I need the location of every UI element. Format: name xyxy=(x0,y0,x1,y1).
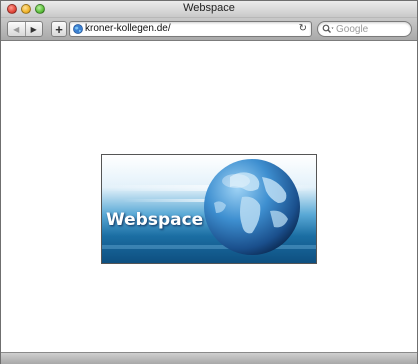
browser-window: Webspace ◀ ▶ + kroner-kollegen.de/ ↻ Goo… xyxy=(0,0,418,364)
add-bookmark-button[interactable]: + xyxy=(51,21,67,37)
navigation-buttons: ◀ ▶ xyxy=(7,21,43,37)
status-bar xyxy=(1,352,417,364)
browser-toolbar: ◀ ▶ + kroner-kollegen.de/ ↻ xyxy=(1,18,417,41)
address-bar[interactable]: kroner-kollegen.de/ ↻ xyxy=(69,21,312,37)
title-bar[interactable]: Webspace xyxy=(1,1,417,18)
forward-button[interactable]: ▶ xyxy=(24,22,43,36)
page-content: Webspace xyxy=(1,41,417,352)
back-arrow-icon: ◀ xyxy=(13,24,20,34)
globe-icon xyxy=(73,24,83,34)
reload-icon[interactable]: ↻ xyxy=(299,23,307,34)
forward-arrow-icon: ▶ xyxy=(30,24,37,34)
window-title: Webspace xyxy=(183,2,235,14)
address-text: kroner-kollegen.de/ xyxy=(85,23,171,34)
search-icon xyxy=(322,24,334,33)
webspace-banner[interactable]: Webspace xyxy=(101,154,317,264)
search-field[interactable] xyxy=(317,21,412,37)
search-input[interactable] xyxy=(336,23,408,35)
back-button[interactable]: ◀ xyxy=(8,22,25,36)
globe-banner-image xyxy=(102,155,316,263)
banner-label: Webspace xyxy=(106,210,204,230)
